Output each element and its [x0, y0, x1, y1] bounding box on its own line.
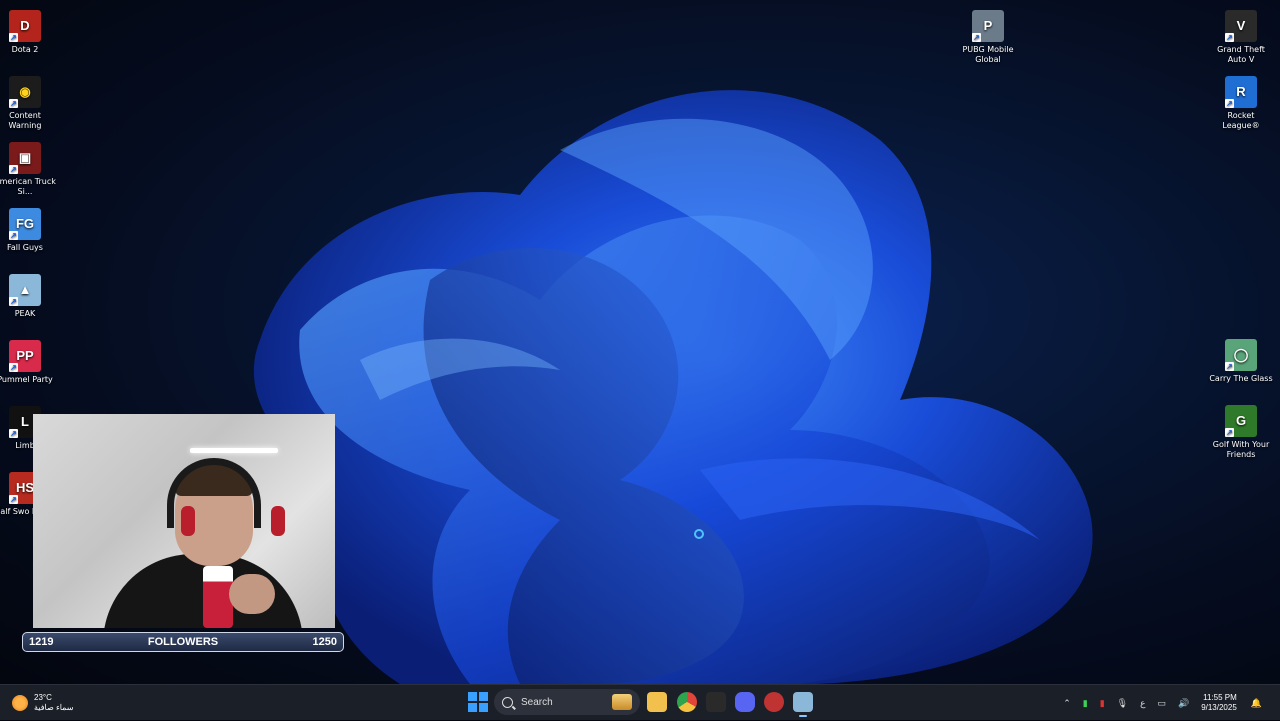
desktop-icon-label: Dota 2 [11, 45, 39, 54]
clock-date: 9/13/2025 [1201, 703, 1237, 712]
discord-icon[interactable] [735, 692, 755, 712]
desktop-icon-label: PUBG Mobile Global [962, 45, 1014, 64]
webcam-overlay [33, 414, 335, 628]
desktop-icon-label: Grand Theft Auto V [1217, 45, 1265, 64]
pummel-party-icon: PP ↗ [9, 340, 41, 372]
system-tray: ⌃ ▮ ▮ 🎙 ع ▭ 🔊 11:55 PM 9/13/2025 🔔 [1057, 685, 1268, 721]
desktop: D ↗ Dota 2 ◉ ↗ Content Warning ▣ ↗ American… [0, 0, 1280, 684]
gta-v-icon: V ↗ [1225, 10, 1257, 42]
weather-sun-icon [12, 695, 28, 711]
followers-goal-bar: 1219 FOLLOWERS 1250 [22, 632, 344, 652]
desktop-icon-gta-v[interactable]: V ↗ Grand Theft Auto V [1209, 10, 1273, 65]
desktop-icon-golf-with-friends[interactable]: G ↗ Golf With Your Friends [1209, 405, 1273, 460]
language-indicator[interactable]: ع [1140, 698, 1145, 709]
desktop-icon-content-warning[interactable]: ◉ ↗ Content Warning [0, 76, 57, 131]
windows-logo-icon [468, 692, 477, 701]
truck-icon: ▣ ↗ [9, 142, 41, 174]
desktop-icon-label: Golf With Your Friends [1212, 440, 1270, 459]
desktop-icon-pubg-mobile[interactable]: P ↗ PUBG Mobile Global [956, 10, 1020, 65]
weather-temp: 23°C [34, 693, 52, 702]
file-explorer-icon[interactable] [647, 692, 667, 712]
desktop-icon-dota2[interactable]: D ↗ Dota 2 [0, 10, 57, 55]
chrome-icon[interactable] [677, 692, 697, 712]
weather-widget[interactable]: 23°C سماء صافية [12, 689, 74, 717]
peak-app-icon[interactable] [793, 692, 813, 717]
desktop-icon-american-truck[interactable]: ▣ ↗ American Truck Si... [0, 142, 57, 197]
taskbar: 23°C سماء صافية Search ⌃ ▮ ▮ 🎙 ع ▭ 🔊 11:… [0, 684, 1280, 720]
microphone-icon[interactable]: 🎙 [1117, 698, 1128, 709]
streamer-hand [229, 574, 275, 614]
search-placeholder: Search [521, 696, 553, 708]
taskbar-search[interactable]: Search [494, 689, 640, 715]
notification-bell-icon[interactable]: 🔔 [1251, 698, 1262, 709]
desktop-icon-label: American Truck Si... [0, 177, 56, 196]
desktop-icon-peak[interactable]: ▲ ↗ PEAK [0, 274, 57, 319]
desktop-icon-label: PEAK [14, 309, 36, 318]
golf-icon: G ↗ [1225, 405, 1257, 437]
ring-light [190, 448, 278, 453]
content-warning-icon: ◉ ↗ [9, 76, 41, 108]
headset-ear-left [181, 506, 195, 536]
dota2-icon: D ↗ [9, 10, 41, 42]
pubg-icon: P ↗ [972, 10, 1004, 42]
desktop-icon-carry-the-glass[interactable]: ◯ ↗ Carry The Glass [1209, 339, 1273, 384]
download-tool-icon[interactable] [706, 692, 726, 712]
network-icon[interactable]: ▭ [1157, 698, 1166, 709]
chevron-up-icon[interactable]: ⌃ [1063, 698, 1071, 709]
desktop-icon-label: Carry The Glass [1209, 374, 1273, 383]
followers-label: FOLLOWERS [147, 636, 219, 648]
peak-icon: ▲ ↗ [9, 274, 41, 306]
gpu-meter-icon[interactable]: ▮ [1100, 698, 1105, 709]
followers-goal: 1250 [312, 636, 337, 648]
desktop-icon-label: Pummel Party [0, 375, 53, 384]
game-app-icon[interactable] [764, 692, 784, 712]
followers-current: 1219 [29, 636, 54, 648]
busy-cursor [694, 529, 704, 539]
weather-desc: سماء صافية [34, 703, 74, 712]
carry-the-glass-icon: ◯ ↗ [1225, 339, 1257, 371]
volume-icon[interactable]: 🔊 [1178, 698, 1189, 709]
desktop-icon-pummel-party[interactable]: PP ↗ Pummel Party [0, 340, 57, 385]
desktop-icon-fall-guys[interactable]: FG ↗ Fall Guys [0, 208, 57, 253]
clock-time: 11:55 PM [1203, 693, 1237, 702]
search-icon [502, 696, 513, 708]
desktop-icon-label: Content Warning [8, 111, 42, 130]
network-meter-icon[interactable]: ▮ [1083, 698, 1088, 709]
desktop-icon-label: Fall Guys [7, 243, 43, 252]
desktop-icon-label: Rocket League® [1222, 111, 1260, 130]
headset-ear-right [271, 506, 285, 536]
start-button[interactable] [468, 692, 488, 712]
search-highlight-icon [612, 694, 632, 710]
rocket-league-icon: R ↗ [1225, 76, 1257, 108]
desktop-icon-rocket-league[interactable]: R ↗ Rocket League® [1209, 76, 1273, 131]
clock[interactable]: 11:55 PM 9/13/2025 [1201, 693, 1237, 713]
fall-guys-icon: FG ↗ [9, 208, 41, 240]
